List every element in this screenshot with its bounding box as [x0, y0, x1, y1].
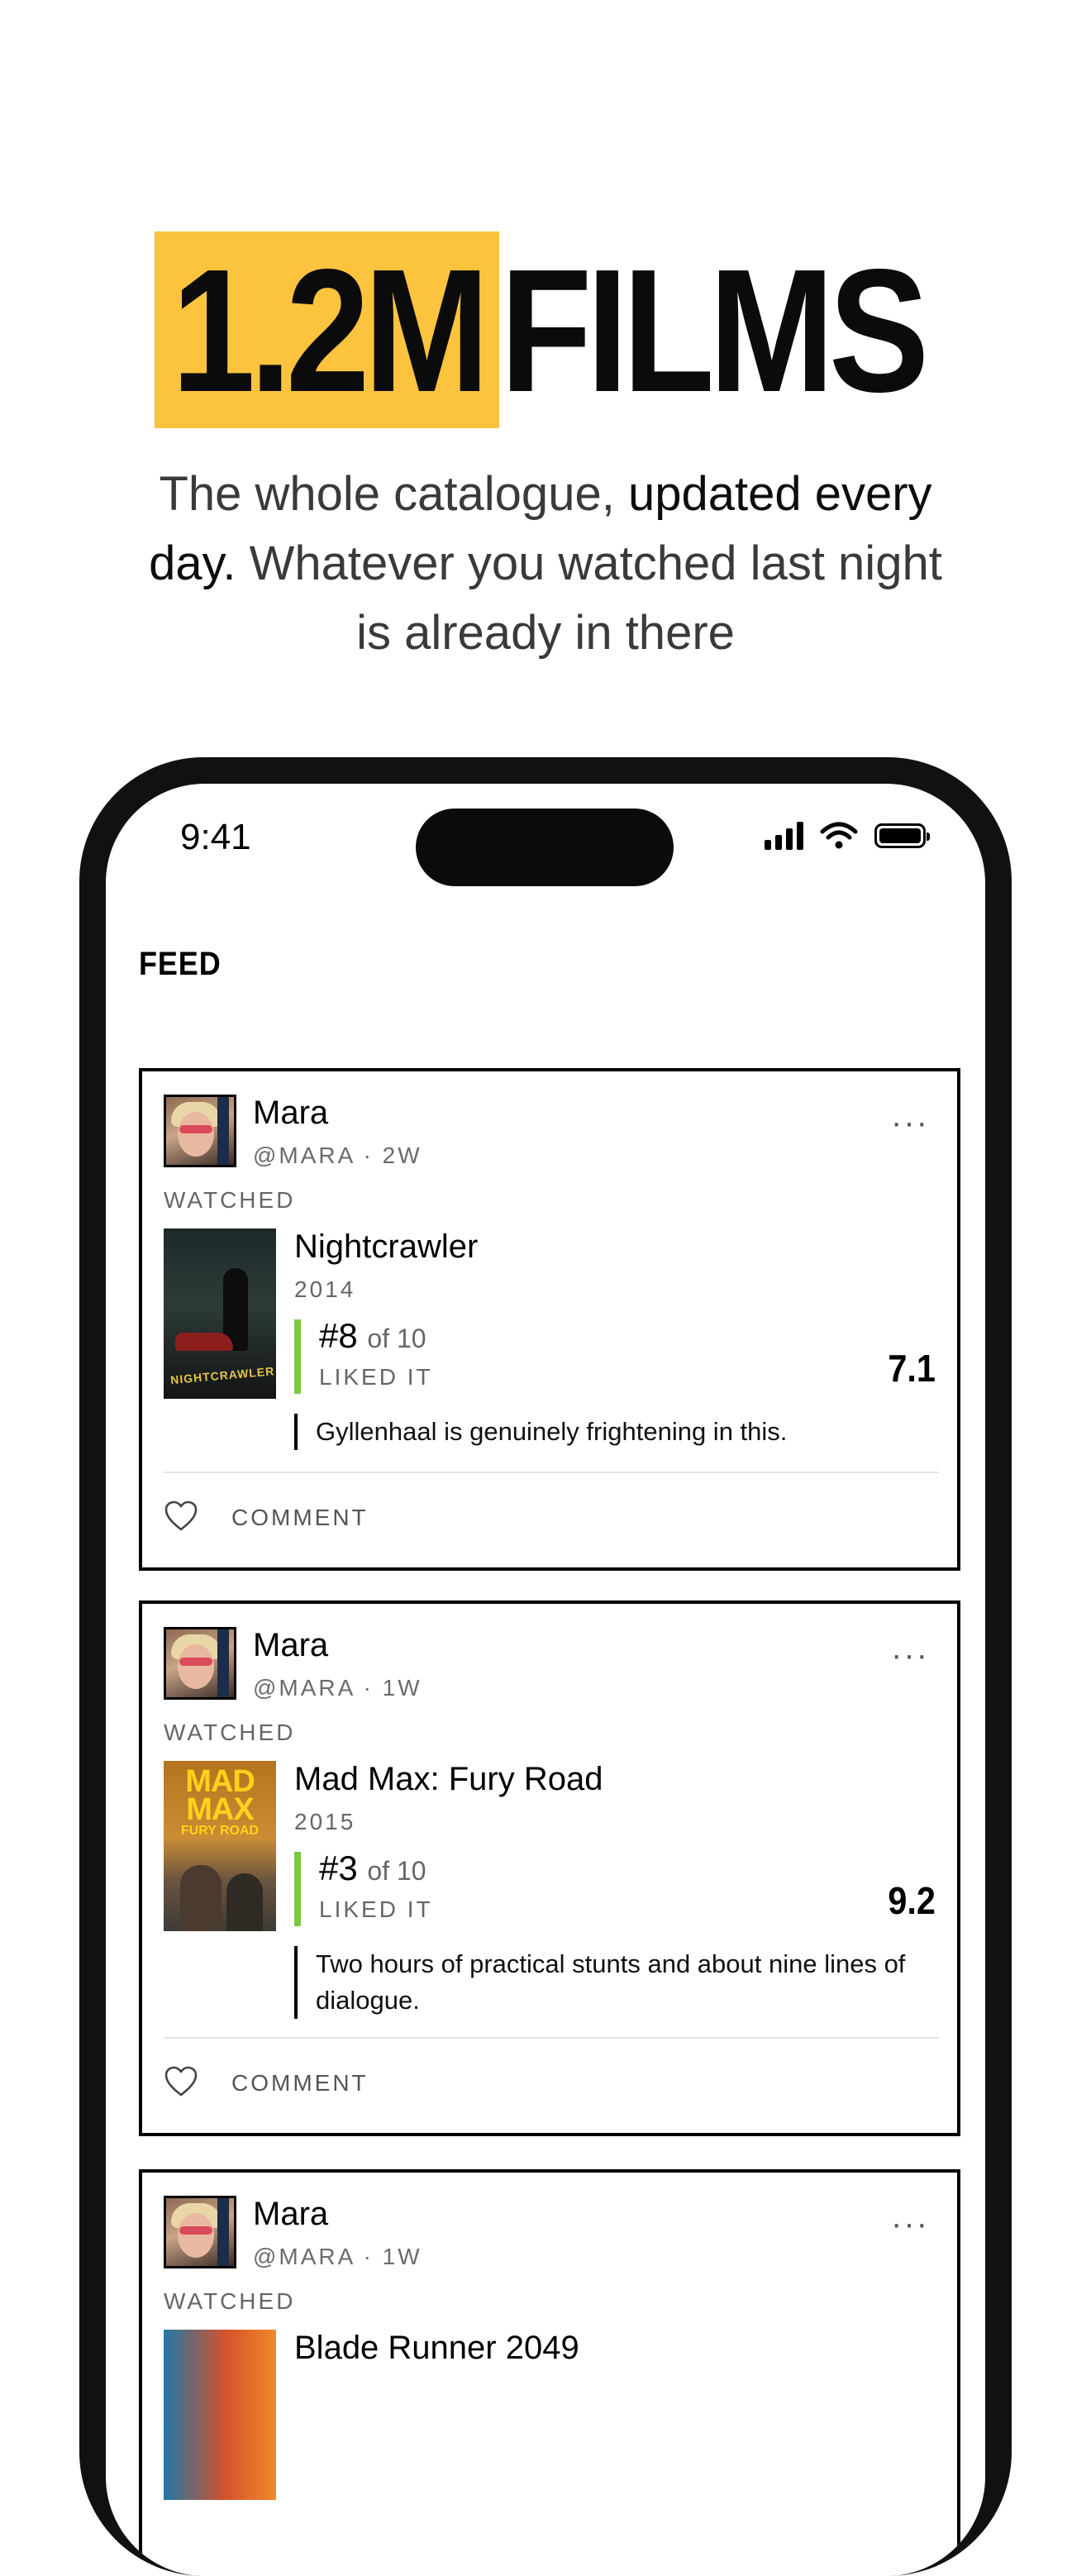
liked-indicator-bar — [294, 1319, 301, 1394]
wifi-icon — [820, 822, 858, 849]
post-handle: @MARA · 2W — [253, 1143, 422, 1168]
headline-highlight: 1.2M — [155, 231, 500, 428]
status-icons — [765, 822, 930, 850]
avatar[interactable] — [164, 1627, 236, 1700]
phone-screen: 9:41 FEED Mara @MARA · 2W ··· WATCHED NI… — [106, 784, 985, 2576]
post-action: WATCHED — [164, 1187, 296, 1213]
phone-frame: 9:41 FEED Mara @MARA · 2W ··· WATCHED NI… — [79, 757, 1012, 2576]
film-poster[interactable]: NIGHTCRAWLER — [164, 1228, 276, 1399]
post-username[interactable]: Mara — [253, 1095, 328, 1132]
rank-number: #3 — [319, 1849, 358, 1887]
more-options-icon[interactable]: ··· — [891, 1639, 929, 1672]
post-handle: @MARA · 1W — [253, 1675, 422, 1701]
heart-icon[interactable] — [164, 1500, 198, 1534]
poster-title: NIGHTCRAWLER — [169, 1364, 275, 1387]
post-action: WATCHED — [164, 2288, 296, 2314]
post-username[interactable]: Mara — [253, 2196, 328, 2233]
film-year: 2014 — [294, 1276, 356, 1302]
poster-subtitle: FURY ROAD — [180, 1824, 260, 1838]
post-handle: @MARA · 1W — [253, 2244, 422, 2269]
film-rank: #3 of 10 — [319, 1849, 426, 1888]
battery-icon — [874, 823, 930, 848]
comment-button[interactable]: COMMENT — [231, 1505, 369, 1531]
feed-post[interactable]: Mara @MARA · 2W ··· WATCHED NIGHTCRAWLER… — [139, 1068, 960, 1571]
cellular-signal-icon — [765, 822, 803, 850]
post-username[interactable]: Mara — [253, 1627, 328, 1664]
verdict-label: LIKED IT — [319, 1896, 433, 1922]
feed-post[interactable]: Mara @MARA · 1W ··· WATCHED MAD MAX FURY… — [139, 1600, 960, 2136]
rank-of: of 10 — [367, 1324, 426, 1353]
status-bar: 9:41 — [106, 784, 985, 908]
subtitle-part1: The whole catalogue, — [159, 467, 628, 521]
poster-title: MAD MAX FURY ROAD — [164, 1766, 276, 1839]
feed-title: FEED — [139, 946, 222, 982]
film-title[interactable]: Nightcrawler — [294, 1228, 478, 1266]
film-score: 9.2 — [888, 1879, 936, 1922]
rank-of: of 10 — [367, 1856, 426, 1886]
subtitle-part2: Whatever you watched last night is alrea… — [236, 537, 942, 660]
avatar[interactable] — [164, 2196, 236, 2268]
rank-number: #8 — [319, 1316, 358, 1355]
film-title[interactable]: Blade Runner 2049 — [294, 2330, 579, 2367]
review-text: Gyllenhaal is genuinely frightening in t… — [294, 1414, 931, 1450]
feed-post[interactable]: Mara @MARA · 1W ··· WATCHED Blade Runner… — [139, 2169, 960, 2576]
film-year: 2015 — [294, 1809, 356, 1834]
more-options-icon[interactable]: ··· — [891, 1106, 929, 1139]
film-poster[interactable] — [164, 2330, 276, 2500]
promo-headline: 1.2MFILMS — [0, 231, 1091, 428]
dynamic-island — [416, 809, 674, 886]
liked-indicator-bar — [294, 1852, 301, 1926]
status-time: 9:41 — [180, 817, 251, 857]
card-divider — [164, 1472, 939, 1473]
card-divider — [164, 2037, 939, 2039]
film-title[interactable]: Mad Max: Fury Road — [294, 1761, 603, 1798]
film-score: 7.1 — [888, 1347, 936, 1390]
headline-rest: FILMS — [499, 232, 929, 428]
promo-subtitle: The whole catalogue, updated every day. … — [132, 460, 959, 668]
more-options-icon[interactable]: ··· — [891, 2207, 929, 2240]
verdict-label: LIKED IT — [319, 1364, 433, 1390]
post-action: WATCHED — [164, 1720, 296, 1745]
poster-title-line: MAX — [186, 1792, 254, 1827]
heart-icon[interactable] — [164, 2065, 198, 2100]
comment-button[interactable]: COMMENT — [231, 2070, 369, 2097]
review-text: Two hours of practical stunts and about … — [294, 1946, 931, 2019]
film-poster[interactable]: MAD MAX FURY ROAD — [164, 1761, 276, 1931]
film-rank: #8 of 10 — [319, 1316, 426, 1356]
avatar[interactable] — [164, 1095, 236, 1167]
